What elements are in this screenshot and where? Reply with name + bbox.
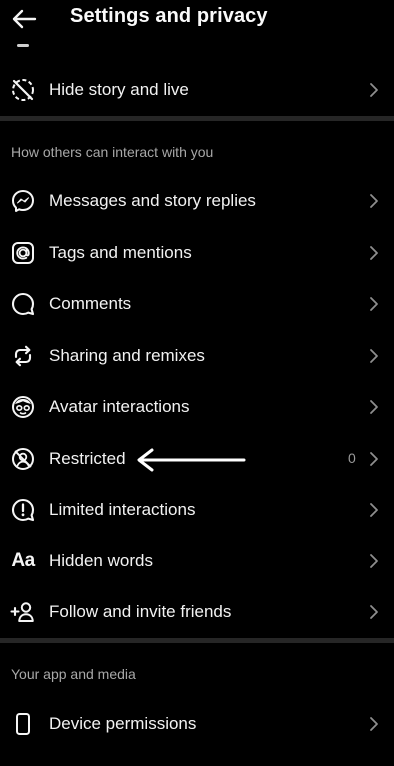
- header-bar: Settings and privacy: [0, 0, 394, 40]
- menu-item-tags-mentions[interactable]: Tags and mentions: [0, 228, 394, 278]
- menu-item-label: Sharing and remixes: [49, 346, 205, 365]
- chevron-right-icon: [370, 452, 378, 466]
- chevron-right-icon: [370, 503, 378, 517]
- chevron-right-icon: [370, 349, 378, 363]
- chevron-right-icon: [370, 400, 378, 414]
- menu-item-hide-story[interactable]: Hide story and live: [0, 65, 394, 115]
- avatar-icon: [10, 394, 36, 420]
- comment-icon: [10, 291, 36, 317]
- scroll-indicator: [17, 44, 29, 47]
- chevron-right-icon: [370, 717, 378, 731]
- menu-item-device-permissions[interactable]: Device permissions: [0, 699, 394, 749]
- menu-item-comments[interactable]: Comments: [0, 279, 394, 329]
- menu-item-messages[interactable]: Messages and story replies: [0, 176, 394, 226]
- menu-item-sharing-remixes[interactable]: Sharing and remixes: [0, 331, 394, 381]
- chevron-right-icon: [370, 605, 378, 619]
- menu-item-label: Avatar interactions: [49, 397, 190, 416]
- menu-item-avatar-interactions[interactable]: Avatar interactions: [0, 382, 394, 432]
- menu-item-label: Limited interactions: [49, 500, 196, 519]
- section-divider: [0, 116, 394, 121]
- section-header: How others can interact with you: [11, 144, 214, 160]
- section-header: Your app and media: [11, 666, 136, 682]
- restricted-icon: [10, 446, 36, 472]
- chevron-right-icon: [370, 554, 378, 568]
- menu-item-hidden-words[interactable]: Aa Hidden words: [0, 536, 394, 586]
- phone-icon: [10, 711, 36, 737]
- menu-item-label: Restricted: [49, 449, 126, 468]
- menu-item-label: Hidden words: [49, 551, 153, 570]
- menu-item-label: Follow and invite friends: [49, 602, 232, 621]
- menu-item-label: Comments: [49, 294, 132, 313]
- chevron-right-icon: [370, 246, 378, 260]
- restricted-count: 0: [348, 450, 356, 466]
- hide-story-icon: [10, 77, 36, 103]
- chevron-right-icon: [370, 297, 378, 311]
- messenger-icon: [10, 188, 36, 214]
- section-divider: [0, 638, 394, 643]
- remix-icon: [10, 343, 36, 369]
- chevron-right-icon: [370, 83, 378, 97]
- arrow-left-icon: [12, 9, 37, 29]
- menu-item-label: Device permissions: [49, 714, 197, 733]
- page-title: Settings and privacy: [70, 5, 268, 27]
- hidden-words-icon: Aa: [11, 550, 35, 571]
- menu-item-limited-interactions[interactable]: Limited interactions: [0, 485, 394, 535]
- menu-item-label: Hide story and live: [49, 80, 189, 99]
- add-person-icon: [10, 599, 36, 625]
- at-sign-icon: [10, 240, 36, 266]
- chevron-right-icon: [370, 194, 378, 208]
- menu-item-follow-invite[interactable]: Follow and invite friends: [0, 587, 394, 637]
- back-button[interactable]: [8, 4, 40, 34]
- menu-item-label: Messages and story replies: [49, 191, 256, 210]
- menu-item-label: Tags and mentions: [49, 243, 192, 262]
- pointing-arrow-icon: [137, 448, 246, 472]
- limited-interactions-icon: [10, 497, 36, 523]
